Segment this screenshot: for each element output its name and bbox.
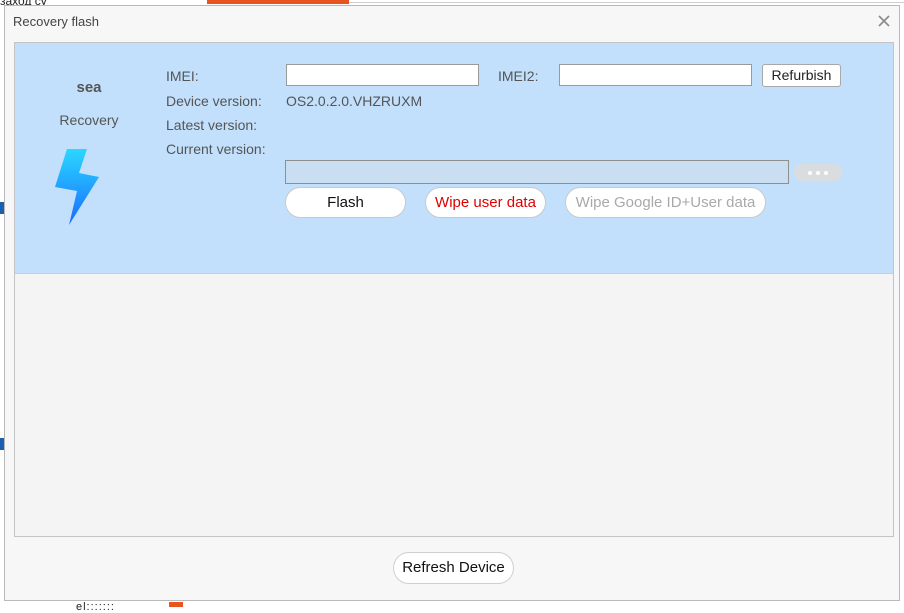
device-name: sea (76, 79, 102, 96)
more-dots-icon (824, 170, 828, 175)
title-bar: Recovery flash (5, 6, 899, 38)
lightning-bolt-icon (55, 149, 99, 225)
recovery-flash-dialog: Recovery flash sea Recovery IMEI: IMEI2:… (4, 5, 900, 601)
device-version-label: Device version: (166, 93, 262, 109)
refurbish-button[interactable]: Refurbish (762, 64, 841, 87)
device-mode: Recovery (59, 112, 119, 128)
imei-input[interactable] (286, 64, 479, 86)
background-active-tab (207, 0, 349, 4)
imei2-input[interactable] (559, 64, 752, 86)
latest-version-label: Latest version: (166, 117, 258, 133)
browse-button[interactable] (794, 164, 842, 181)
background-tab-line (349, 2, 904, 3)
firmware-path-field[interactable] (285, 160, 789, 184)
background-bottom-accent (169, 602, 183, 607)
refresh-device-button[interactable]: Refresh Device (393, 552, 514, 584)
flash-button[interactable]: Flash (285, 187, 406, 218)
background-bottom-text: el::::::: (76, 601, 115, 613)
dialog-title: Recovery flash (13, 14, 99, 29)
close-button[interactable] (873, 10, 895, 32)
device-panel: sea Recovery IMEI: IMEI2: Refurbish Devi… (15, 43, 893, 274)
current-version-label: Current version: (166, 141, 266, 157)
more-dots-icon (816, 170, 820, 175)
wipe-user-data-button[interactable]: Wipe user data (425, 187, 546, 218)
wipe-google-id-button[interactable]: Wipe Google ID+User data (565, 187, 766, 218)
content-area: sea Recovery IMEI: IMEI2: Refurbish Devi… (14, 42, 894, 537)
imei-label: IMEI: (166, 68, 199, 84)
imei2-label: IMEI2: (498, 68, 539, 84)
device-version-value: OS2.0.2.0.VHZRUXM (286, 93, 423, 109)
more-dots-icon (808, 170, 812, 175)
close-icon (878, 15, 890, 27)
